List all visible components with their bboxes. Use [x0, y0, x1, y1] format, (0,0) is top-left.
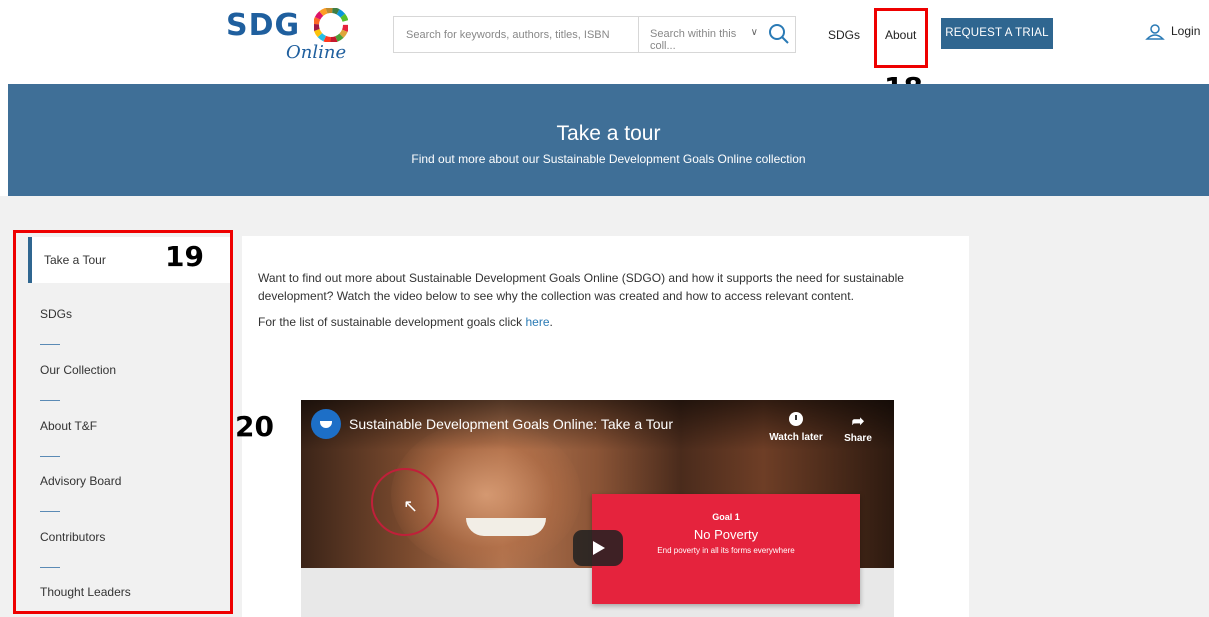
search-scope-label: Search within this coll...: [650, 28, 737, 52]
annotation-box-sidebar: [13, 230, 233, 614]
sdg-wheel-icon: [314, 8, 348, 42]
goal-subtitle: End poverty in all its forms everywhere: [657, 546, 795, 555]
watch-later-button[interactable]: Watch later: [767, 412, 825, 443]
user-icon: [1145, 24, 1165, 40]
annotation-number-19: 19: [165, 240, 204, 273]
logo-text: SDG: [226, 8, 301, 43]
share-arrow-icon: ➦: [851, 413, 865, 430]
clock-icon: [789, 412, 803, 426]
intro-paragraph: Want to find out more about Sustainable …: [258, 271, 904, 303]
goals-list-text: For the list of sustainable development …: [258, 315, 526, 329]
play-button-icon[interactable]: [573, 530, 623, 566]
chevron-down-icon: ∨: [750, 27, 758, 38]
video-player[interactable]: Sustainable Development Goals Online: Ta…: [301, 400, 894, 617]
share-button[interactable]: ➦ Share: [841, 412, 875, 444]
sdg-online-logo[interactable]: SDG Online: [226, 6, 354, 66]
search-icon[interactable]: [766, 21, 792, 47]
hero-banner: Take a tour Find out more about our Sust…: [8, 84, 1209, 196]
goal-title: No Poverty: [693, 527, 759, 542]
goals-list-link[interactable]: here: [525, 315, 549, 329]
search-input[interactable]: [394, 17, 639, 52]
mouse-cursor-icon: ↖: [403, 496, 419, 516]
site-header: SDG Online Search within this coll... ∨: [0, 0, 1209, 84]
nav-sdgs-link[interactable]: SDGs: [828, 28, 860, 42]
goal-number: Goal 1: [712, 512, 740, 522]
login-label: Login: [1171, 24, 1201, 39]
goals-list-line: For the list of sustainable development …: [258, 315, 553, 329]
search-bar: Search within this coll... ∨: [393, 16, 796, 53]
share-label: Share: [844, 433, 872, 444]
page-title: Take a tour: [556, 122, 661, 145]
goals-list-suffix: .: [549, 315, 553, 329]
page-subtitle: Find out more about our Sustainable Deve…: [411, 152, 806, 166]
goal-card: Goal 1 No Poverty End poverty in all its…: [592, 494, 860, 604]
logo-subtext: Online: [286, 42, 347, 63]
watch-later-label: Watch later: [769, 432, 823, 443]
request-trial-button[interactable]: REQUEST A TRIAL: [941, 18, 1053, 49]
annotation-box-about: [874, 8, 928, 68]
login-link[interactable]: Login: [1144, 24, 1200, 40]
search-scope-select[interactable]: Search within this coll... ∨: [640, 17, 762, 52]
channel-avatar-icon[interactable]: [311, 409, 341, 439]
thumbnail-smile: [466, 518, 546, 536]
hero-edge: [0, 84, 8, 196]
video-title[interactable]: Sustainable Development Goals Online: Ta…: [349, 416, 673, 432]
annotation-number-20: 20: [235, 410, 274, 443]
